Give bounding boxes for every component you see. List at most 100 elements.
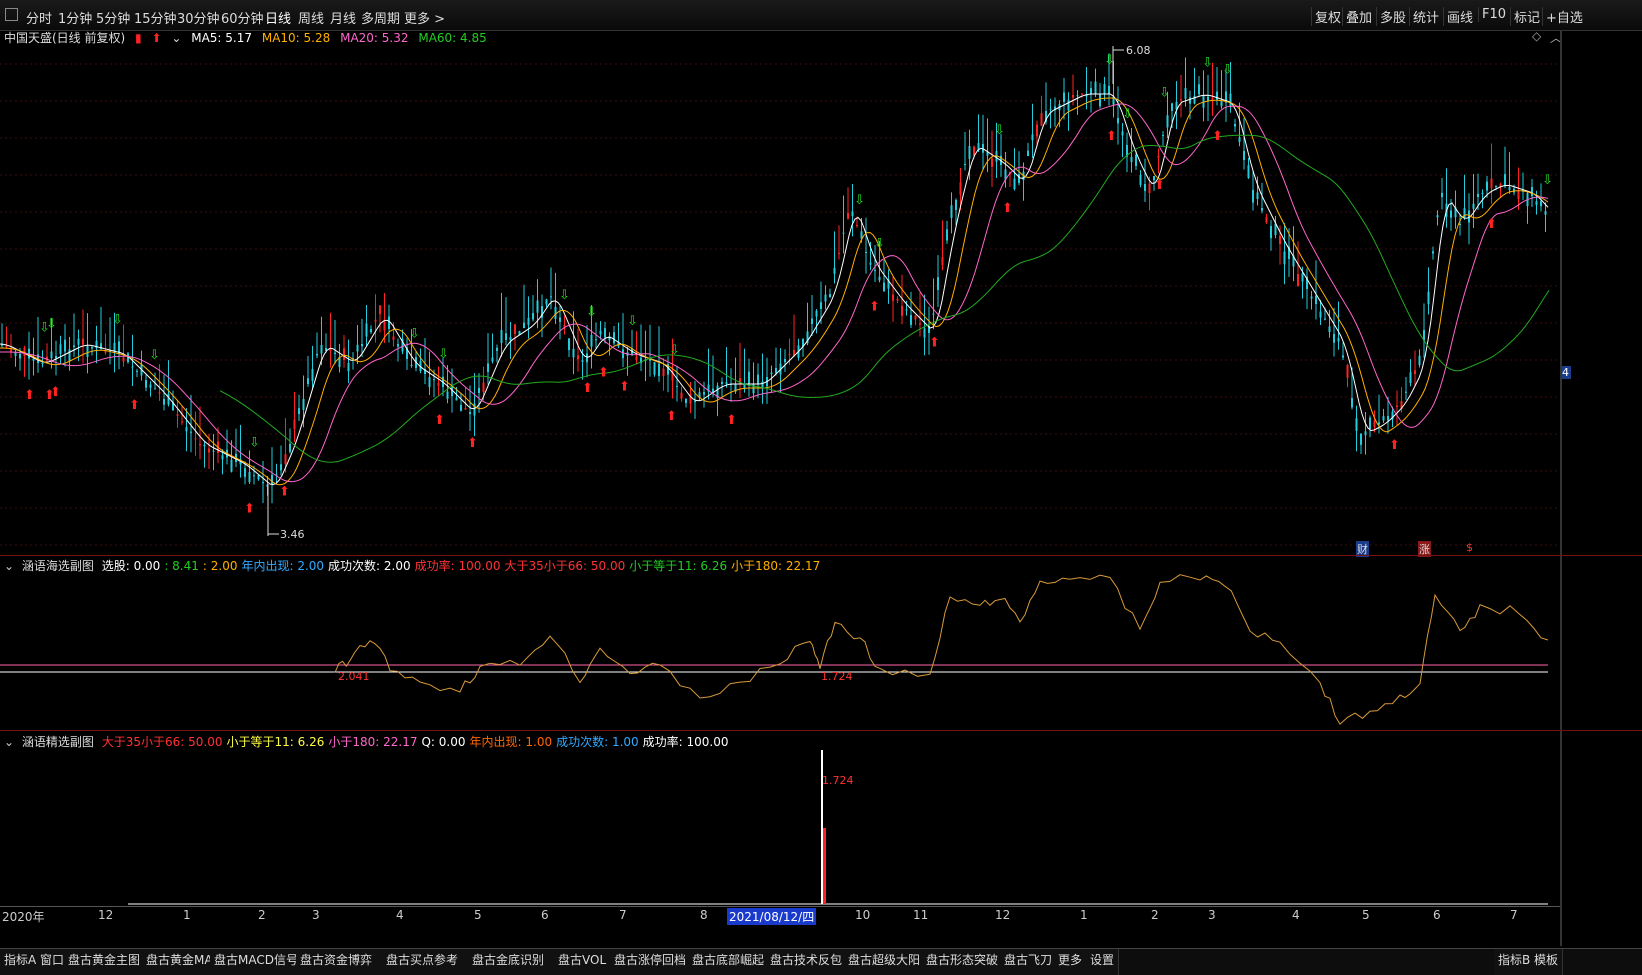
period-tab-8[interactable]: 月线	[330, 8, 356, 27]
indicator-tab-3[interactable]: 盘古MACD信号	[210, 949, 297, 975]
diamond-icon[interactable]: ◇	[1532, 29, 1541, 43]
indicator-tab-12[interactable]: 盘古形态突破	[922, 949, 1001, 975]
time-tick-13: 12	[995, 908, 1011, 922]
period-tab-5[interactable]: 60分钟	[221, 8, 264, 27]
period-tab-1[interactable]: 1分钟	[58, 8, 92, 27]
candle-body	[941, 257, 944, 266]
candle-body	[500, 330, 503, 343]
candle-body	[1234, 124, 1236, 127]
time-tick-11: 10	[855, 908, 871, 922]
toolbar-button-6[interactable]: 标记	[1510, 7, 1543, 26]
candle-body	[437, 383, 440, 386]
candle-body	[1499, 184, 1502, 187]
indicator-tab-7[interactable]: 盘古VOL	[554, 949, 611, 975]
candle-body	[1283, 251, 1286, 265]
candle-body	[50, 351, 53, 359]
candle-body	[680, 392, 683, 399]
arrow-up-icon[interactable]: ⬆	[151, 31, 161, 45]
pane-divider-2[interactable]	[0, 730, 1642, 731]
time-tick-19: 6	[1433, 908, 1441, 922]
toolbar-button-5[interactable]: F10	[1478, 7, 1509, 22]
indicator2-collapse-icon[interactable]: ⌄	[4, 735, 14, 749]
buy-arrow-icon: ⬆	[929, 336, 940, 351]
toolbar-button-7[interactable]: +自选	[1542, 7, 1586, 26]
toolbar-button-2[interactable]: 多股	[1376, 7, 1409, 26]
candle-body	[1544, 211, 1547, 215]
menu-square-icon[interactable]	[5, 8, 18, 21]
indicator-tab-15[interactable]: 设置	[1086, 949, 1119, 975]
candle-body	[1369, 417, 1371, 429]
indicator-tab-6[interactable]: 盘古金底识别	[468, 949, 555, 975]
dividend-event-icon[interactable]: $	[1466, 541, 1473, 554]
toolbar-button-3[interactable]: 统计	[1409, 7, 1442, 26]
candle-body	[271, 474, 273, 485]
candle-body	[1355, 418, 1358, 431]
candlestick-chart[interactable]: ⬆ ⬆⬆⬆⬆⬆⬆⬆⬆⬆⬆⬆ ⬆⬆⬆⬆⬆⬆⬆⬆⬆⇩⇩ ⇩⇩⇩⇩⇩⇩⇩⇩⇩⇩⇩⇩⇩⇩⇩⇩ ⇩…	[0, 44, 1560, 554]
indicator-tab-8[interactable]: 盘古涨停回档	[610, 949, 689, 975]
indicator-tab-0[interactable]: 指标A 窗口	[0, 949, 65, 975]
indicator-tab-5[interactable]: 盘古买点参考	[382, 949, 469, 975]
period-tab-3[interactable]: 15分钟	[134, 8, 177, 27]
indicator1-value-5: 成功率: 100.00	[414, 559, 501, 573]
pane-divider-1[interactable]	[0, 555, 1642, 556]
candle-body	[784, 359, 786, 363]
buy-arrow-icon: ⬆	[869, 300, 880, 315]
candle-body	[1333, 334, 1335, 343]
candle-body	[932, 313, 935, 315]
period-tab-6[interactable]: 日线	[265, 8, 291, 27]
period-tab-9[interactable]: 多周期	[361, 8, 400, 27]
candle-body	[1018, 174, 1020, 183]
indicator-tab-4[interactable]: 盘古资金博弈	[296, 949, 383, 975]
settings-dropdown-icon[interactable]: ⌄	[171, 31, 181, 45]
indicator1-value-4: 成功次数: 2.00	[328, 559, 411, 573]
period-tab-2[interactable]: 5分钟	[96, 8, 130, 27]
candle-body	[1436, 215, 1439, 218]
indicator-tab-9[interactable]: 盘古底部崛起	[688, 949, 767, 975]
ma10-label: MA10: 5.28	[261, 31, 331, 45]
indicator-tab-2[interactable]: 盘古黄金MA	[142, 949, 211, 975]
buy-arrow-icon: ⬆	[24, 388, 35, 403]
buy-arrow-icon: ⬆	[598, 366, 609, 381]
time-tick-10: 2021/08/12/四	[727, 908, 817, 925]
indicator-tab-bar: 指标A 窗口 盘古黄金主图 盘古黄金MA 盘古MACD信号 盘古资金博弈 盘古买点参考 盘古…	[0, 948, 1642, 975]
time-tick-3: 2	[258, 908, 266, 922]
period-tab-4[interactable]: 30分钟	[177, 8, 220, 27]
period-tab-7[interactable]: 周线	[298, 8, 324, 27]
toolbar-button-4[interactable]: 画线	[1443, 7, 1476, 26]
candle-body	[194, 438, 197, 440]
candle-body	[955, 200, 957, 211]
candle-body	[298, 408, 300, 414]
indicator-tab-11[interactable]: 盘古超级大阳	[844, 949, 923, 975]
toolbar-button-0[interactable]: 复权	[1311, 7, 1344, 26]
candle-body	[19, 354, 21, 359]
indicator1-chart[interactable]	[0, 572, 1560, 730]
bottom-right-tab-1[interactable]: 模板	[1530, 949, 1564, 975]
candle-body	[613, 332, 615, 344]
indicator-tab-1[interactable]: 盘古黄金主图	[64, 949, 143, 975]
indicator-tab-10[interactable]: 盘古技术反包	[766, 949, 845, 975]
period-tab-10[interactable]: 更多 >	[404, 8, 445, 27]
candle-body	[545, 299, 548, 305]
candle-body	[253, 475, 255, 477]
candle-body	[1387, 416, 1389, 421]
indicator-tab-14[interactable]: 更多	[1054, 949, 1087, 975]
candle-body	[230, 459, 233, 472]
sell-arrow-icon: ⇩	[249, 436, 260, 451]
candle-body	[221, 455, 224, 460]
candle-body	[815, 310, 818, 317]
right-edge-bar[interactable]	[1560, 30, 1562, 946]
indicator1-value-7: 小于等于11: 6.26	[629, 559, 728, 573]
candle-body	[487, 363, 489, 372]
candle-body	[1337, 337, 1340, 342]
candle-body	[446, 391, 449, 399]
toolbar-button-1[interactable]: 叠加	[1342, 7, 1375, 26]
time-tick-0: 2020年	[2, 910, 45, 924]
sell-arrow-icon: ⇩	[1202, 56, 1213, 71]
indicator1-collapse-icon[interactable]: ⌄	[4, 559, 14, 573]
candle-body	[365, 323, 368, 337]
period-tab-0[interactable]: 分时	[26, 8, 52, 27]
indicator-tab-13[interactable]: 盘古飞刀	[1000, 949, 1055, 975]
candle-body	[1036, 124, 1038, 137]
candle-body	[586, 353, 588, 363]
indicator2-chart[interactable]	[0, 748, 1560, 908]
